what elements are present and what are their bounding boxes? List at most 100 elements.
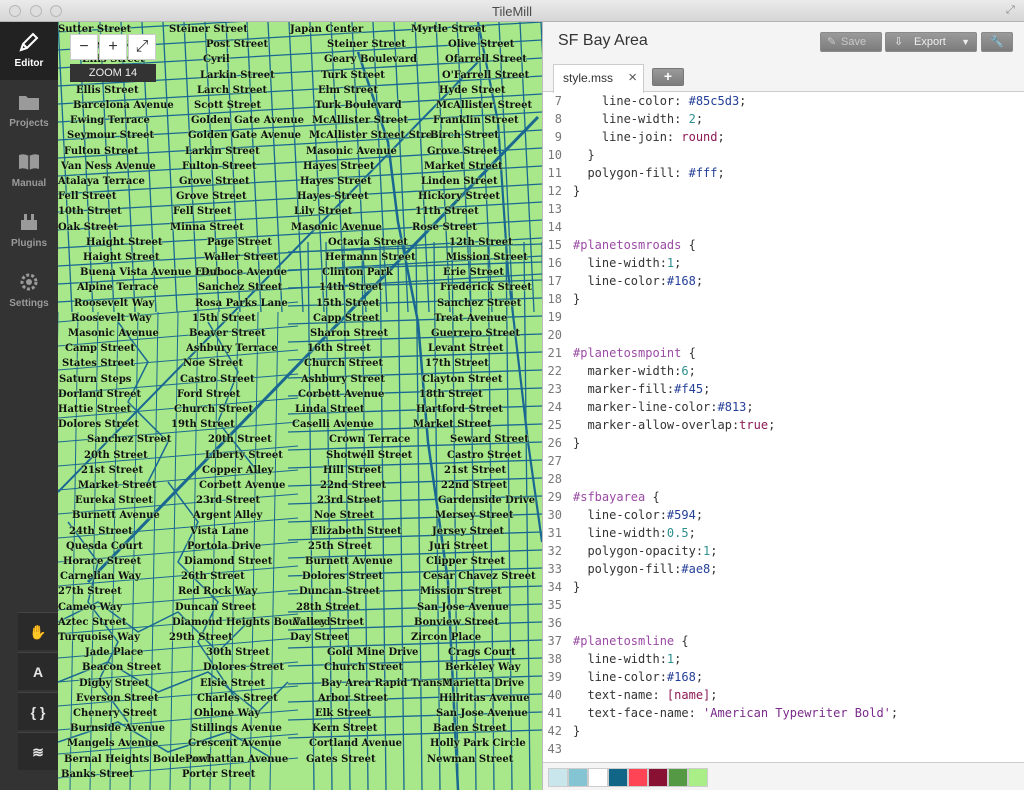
code-line[interactable]: 26} <box>543 434 1024 452</box>
sidebar-item-manual[interactable]: Manual <box>0 142 58 200</box>
street-label: Barcelona Avenue <box>73 100 174 111</box>
project-settings-button[interactable]: 🔧 <box>981 32 1013 52</box>
street-label: Holly Park Circle <box>430 738 526 750</box>
code-line[interactable]: 34} <box>543 578 1024 596</box>
tab-label: style.mss <box>563 71 614 85</box>
street-label: Scott Street <box>194 100 262 111</box>
street-label: Oak Street <box>58 221 119 233</box>
add-tab-button[interactable]: + <box>652 68 684 86</box>
code-line[interactable]: 22 marker-width:6; <box>543 362 1024 380</box>
chevron-down-icon[interactable]: ▼ <box>961 33 970 51</box>
code-line[interactable]: 9 line-join: round; <box>543 128 1024 146</box>
code-line[interactable]: 27 <box>543 452 1024 470</box>
code-line[interactable]: 38 line-width:1; <box>543 650 1024 668</box>
hand-tool-button[interactable]: ✋ <box>18 612 58 650</box>
line-number: 35 <box>547 598 562 612</box>
code-line[interactable]: 13 <box>543 200 1024 218</box>
street-label: 23rd Street <box>196 495 261 507</box>
code-line[interactable]: 16 line-width:1; <box>543 254 1024 272</box>
code-line[interactable]: 32 polygon-opacity:1; <box>543 542 1024 560</box>
line-number: 43 <box>547 742 562 756</box>
code-line[interactable]: 28 <box>543 470 1024 488</box>
code-text: text-name: [name]; <box>573 688 718 702</box>
sidebar-item-editor[interactable]: Editor <box>0 22 58 80</box>
code-line[interactable]: 40 text-name: [name]; <box>543 686 1024 704</box>
color-swatch[interactable] <box>668 768 688 787</box>
code-line[interactable]: 31 line-width:0.5; <box>543 524 1024 542</box>
code-line[interactable]: 30 line-color:#594; <box>543 506 1024 524</box>
code-line[interactable]: 23 marker-fill:#f45; <box>543 380 1024 398</box>
code-text: polygon-opacity:1; <box>573 544 718 558</box>
line-number: 18 <box>547 292 562 306</box>
color-swatch[interactable] <box>588 768 608 787</box>
street-label: Corbett Avenue <box>298 388 385 400</box>
code-line[interactable]: 20 <box>543 326 1024 344</box>
map-view[interactable]: Sutter Street Steiner Street Japan Center M… <box>58 22 542 790</box>
street-label: 27th Street <box>58 586 122 598</box>
street-label: Roosevelt Way <box>74 297 155 309</box>
code-line[interactable]: 37 #planetosmline { <box>543 632 1024 650</box>
sidebar-item-projects[interactable]: Projects <box>0 82 58 140</box>
zoom-out-button[interactable]: − <box>70 34 98 60</box>
code-line[interactable]: 25 marker-allow-overlap:true; <box>543 416 1024 434</box>
code-line[interactable]: 24 marker-line-color:#813; <box>543 398 1024 416</box>
street-label: 23rd Street <box>317 495 382 507</box>
code-line[interactable]: 42} <box>543 722 1024 740</box>
code-text: } <box>573 724 581 738</box>
code-line[interactable]: 41 text-face-name: 'American Typewriter … <box>543 704 1024 722</box>
carto-reference-button[interactable]: { } <box>18 692 58 730</box>
code-line[interactable]: 15 #planetosmroads { <box>543 236 1024 254</box>
code-line[interactable]: 43 <box>543 740 1024 758</box>
street-label: Dolores Street <box>302 571 384 583</box>
code-line[interactable]: 19 <box>543 308 1024 326</box>
zoom-in-button[interactable]: + <box>99 34 127 60</box>
save-button[interactable]: ✎ Save <box>820 32 882 52</box>
code-text: #planetosmpoint { <box>573 346 696 360</box>
layers-tool-button[interactable]: ≋ <box>18 732 58 770</box>
tab-style-mss[interactable]: style.mss × <box>553 64 644 93</box>
street-label: Gold Mine Drive <box>327 647 419 659</box>
code-line[interactable]: 36 <box>543 614 1024 632</box>
fonts-tool-button[interactable]: A <box>18 652 58 690</box>
code-line[interactable]: 39 line-color:#168; <box>543 668 1024 686</box>
code-editor[interactable]: 7 line-color: #85c5d3; 8 line-width: 2; 9 … <box>543 92 1024 760</box>
fullscreen-map-button[interactable]: ⤢ <box>128 34 156 60</box>
color-swatch[interactable] <box>548 768 568 787</box>
code-line[interactable]: 35 <box>543 596 1024 614</box>
code-line[interactable]: 10 } <box>543 146 1024 164</box>
code-line[interactable]: 12} <box>543 182 1024 200</box>
color-swatch[interactable] <box>608 768 628 787</box>
color-swatch[interactable] <box>648 768 668 787</box>
street-label: 30th Street <box>206 647 270 659</box>
code-line[interactable]: 14 <box>543 218 1024 236</box>
color-swatch[interactable] <box>568 768 588 787</box>
sidebar-item-plugins[interactable]: Plugins <box>0 202 58 260</box>
street-label: Bay Area Rapid Transit <box>321 677 451 689</box>
street-label: Marietta Drive <box>442 677 525 689</box>
braces-icon: { } <box>30 704 46 720</box>
street-label: Crescent Avenue <box>188 738 282 750</box>
code-line[interactable]: 17 line-color:#168; <box>543 272 1024 290</box>
export-button[interactable]: ⇩ Export ▼ <box>885 32 977 52</box>
code-line[interactable]: 18} <box>543 290 1024 308</box>
fullscreen-icon[interactable]: ⤢ <box>1006 4 1018 16</box>
close-icon[interactable]: × <box>628 69 637 86</box>
code-line[interactable]: 29 #sfbayarea { <box>543 488 1024 506</box>
street-label: Grove Street <box>427 145 498 157</box>
sidebar-item-settings[interactable]: Settings <box>0 262 58 320</box>
line-number: 40 <box>547 688 562 702</box>
street-label: Hillritas Avenue <box>439 692 530 704</box>
sidebar-item-label: Plugins <box>10 238 48 249</box>
code-line[interactable]: 8 line-width: 2; <box>543 110 1024 128</box>
code-line[interactable]: 11 polygon-fill: #fff; <box>543 164 1024 182</box>
code-line[interactable]: 33 polygon-fill:#ae8; <box>543 560 1024 578</box>
code-line[interactable]: 21 #planetosmpoint { <box>543 344 1024 362</box>
line-number: 29 <box>547 490 562 504</box>
street-label: 15th Street <box>316 297 380 309</box>
color-swatch[interactable] <box>628 768 648 787</box>
code-line[interactable]: 7 line-color: #85c5d3; <box>543 92 1024 110</box>
color-swatch[interactable] <box>688 768 708 787</box>
street-label: Dolores Street <box>203 662 285 674</box>
line-number: 7 <box>554 94 562 108</box>
code-text: marker-allow-overlap:true; <box>573 418 776 432</box>
